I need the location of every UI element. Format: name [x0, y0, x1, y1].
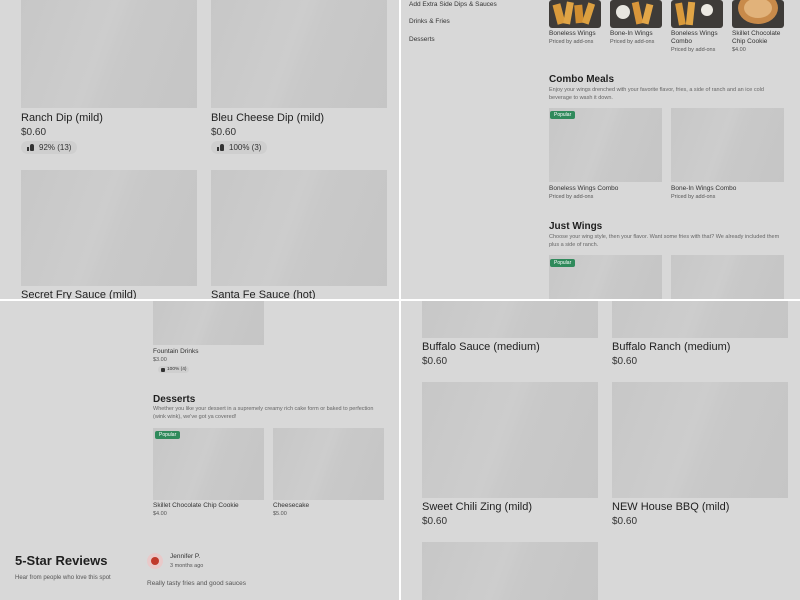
- featured-item-price: Priced by add-ons: [671, 47, 716, 53]
- reviews-heading: 5-Star Reviews: [15, 553, 108, 568]
- sauces-panel-bottom-right: Buffalo Sauce (medium) $0.60 Buffalo Ran…: [401, 301, 800, 600]
- rating-badge: 100% (3): [211, 141, 268, 154]
- dessert-item-name[interactable]: Skillet Chocolate Chip Cookie: [153, 502, 239, 509]
- bleu-cheese-dip-image[interactable]: [211, 0, 387, 108]
- rating-text: 92% (13): [39, 143, 72, 152]
- review-time: 3 months ago: [170, 563, 204, 569]
- item-name[interactable]: Ranch Dip (mild): [21, 112, 103, 124]
- nav-item-desserts[interactable]: Desserts: [409, 36, 435, 43]
- nav-item-drinks-fries[interactable]: Drinks & Fries: [409, 18, 450, 25]
- rating-badge: 100% (4): [158, 366, 190, 373]
- combo-meals-heading: Combo Meals: [549, 74, 615, 85]
- popular-badge: Popular: [550, 259, 576, 267]
- thumbs-up-icon: [27, 144, 34, 151]
- dessert-item-price: $5.00: [273, 511, 287, 517]
- item-name[interactable]: Fountain Drinks: [153, 348, 199, 355]
- ranch-dip-image[interactable]: [21, 0, 197, 108]
- reviews-subtitle: Hear from people who love this spot: [15, 575, 111, 581]
- thumbs-up-icon: [217, 144, 224, 151]
- reviewer-name: Jennifer P.: [170, 553, 201, 560]
- item-name[interactable]: NEW House BBQ (mild): [612, 501, 729, 513]
- buffalo-ranch-image[interactable]: [612, 301, 788, 338]
- featured-item-name[interactable]: Bone-In Wings: [610, 30, 653, 37]
- nav-item-side-dips[interactable]: Add Extra Side Dips & Sauces: [409, 1, 497, 8]
- rating-badge: 92% (13): [21, 141, 78, 154]
- item-price: $0.60: [211, 127, 237, 138]
- apple-icon: [151, 557, 159, 565]
- buffalo-sauce-image[interactable]: [422, 301, 598, 338]
- menu-panel-top-right: Add Extra Side Dips & Sauces Drinks & Fr…: [401, 0, 800, 299]
- cheesecake-image[interactable]: [273, 428, 384, 500]
- avatar: [147, 553, 163, 569]
- house-bbq-image[interactable]: [612, 382, 788, 498]
- item-name[interactable]: Buffalo Ranch (medium): [612, 341, 730, 353]
- boneless-wings-combo-image[interactable]: [549, 108, 662, 182]
- combo-item-price: Priced by add-ons: [671, 194, 716, 200]
- popular-badge: Popular: [155, 431, 181, 439]
- combo-item-name[interactable]: Bone-In Wings Combo: [671, 185, 736, 192]
- review-text: Really tasty fries and good sauces: [147, 580, 246, 587]
- featured-item-name[interactable]: Boneless Wings Combo: [671, 30, 725, 46]
- item-name[interactable]: Buffalo Sauce (medium): [422, 341, 540, 353]
- rating-text: 100% (4): [167, 367, 187, 372]
- combo-item-name[interactable]: Boneless Wings Combo: [549, 185, 618, 192]
- thumbs-up-icon: [161, 367, 165, 372]
- combo-meals-description: Enjoy your wings drenched with your favo…: [549, 87, 764, 101]
- item-name[interactable]: Secret Fry Sauce (mild): [21, 289, 137, 299]
- featured-item-price: Priced by add-ons: [549, 39, 594, 45]
- boneless-wings-combo-photo[interactable]: [671, 0, 723, 28]
- item-price: $3.00: [153, 357, 167, 363]
- featured-item-name[interactable]: Skillet Chocolate Chip Cookie: [732, 30, 788, 46]
- desserts-description: Whether you like your dessert in a supre…: [153, 406, 374, 420]
- fountain-drinks-image[interactable]: [153, 301, 264, 345]
- item-price: $0.60: [422, 516, 448, 527]
- boneless-wings-photo[interactable]: [549, 0, 601, 28]
- featured-item-name[interactable]: Boneless Wings: [549, 30, 596, 37]
- featured-item-price: $4.00: [732, 47, 746, 53]
- bone-in-wings-combo-image[interactable]: [671, 108, 784, 182]
- item-price: $0.60: [612, 516, 638, 527]
- santa-fe-sauce-image[interactable]: [211, 170, 387, 286]
- popular-badge: Popular: [550, 111, 576, 119]
- item-price: $0.60: [422, 356, 448, 367]
- dessert-item-name[interactable]: Cheesecake: [273, 502, 309, 509]
- item-price: $0.60: [21, 127, 47, 138]
- item-name[interactable]: Sweet Chili Zing (mild): [422, 501, 532, 513]
- dessert-item-price: $4.00: [153, 511, 167, 517]
- combo-item-price: Priced by add-ons: [549, 194, 594, 200]
- sauces-panel-top-left: Ranch Dip (mild) $0.60 92% (13) Bleu Che…: [0, 0, 399, 299]
- desserts-heading: Desserts: [153, 394, 196, 405]
- rating-text: 100% (3): [229, 143, 262, 152]
- skillet-cookie-photo[interactable]: [732, 0, 784, 28]
- sauce-image[interactable]: [422, 542, 598, 600]
- just-wings-heading: Just Wings: [549, 221, 603, 232]
- sweet-chili-zing-image[interactable]: [422, 382, 598, 498]
- just-wings-description: Choose your wing style, then your flavor…: [549, 234, 780, 248]
- item-price: $0.60: [612, 356, 638, 367]
- item-name[interactable]: Bleu Cheese Dip (mild): [211, 112, 324, 124]
- bone-in-wings-image[interactable]: [671, 255, 784, 299]
- desserts-panel-bottom-left: Fountain Drinks $3.00 100% (4) Desserts …: [0, 301, 399, 600]
- featured-item-price: Priced by add-ons: [610, 39, 655, 45]
- item-name[interactable]: Santa Fe Sauce (hot): [211, 289, 316, 299]
- secret-fry-sauce-image[interactable]: [21, 170, 197, 286]
- bone-in-wings-photo[interactable]: [610, 0, 662, 28]
